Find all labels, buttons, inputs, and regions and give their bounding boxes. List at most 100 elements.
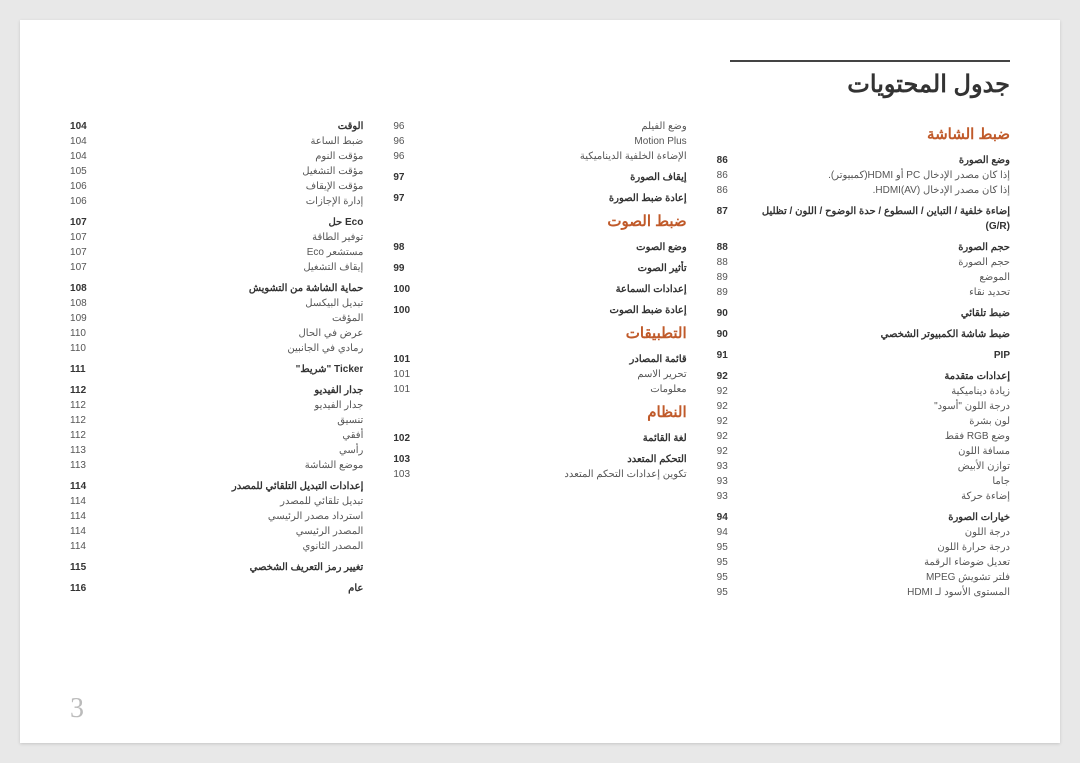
toc-label: الوقت [104, 119, 363, 134]
toc-label: إعدادات التبديل التلقائي للمصدر [104, 479, 363, 494]
toc-row: لون بشرة92 [717, 414, 1010, 429]
toc-label: توازن الأبيض [751, 459, 1010, 474]
toc-row: فلتر تشويش MPEG95 [717, 570, 1010, 585]
toc-page-number: 93 [717, 459, 751, 474]
toc-page-number: 94 [717, 525, 751, 540]
toc-page-number: 108 [70, 296, 104, 311]
toc-row: جاما93 [717, 474, 1010, 489]
toc-label: المستوى الأسود لـ HDMI [751, 585, 1010, 600]
toc-row: وضع الصوت98 [393, 240, 686, 255]
toc-row: وضع الفيلم96 [393, 119, 686, 134]
toc-group: إعدادات التبديل التلقائي للمصدر 114 تبديل … [70, 479, 363, 554]
toc-page-number: 101 [393, 367, 427, 382]
toc-label: توفير الطاقة [104, 230, 363, 245]
toc-label: وضع RGB فقط [751, 429, 1010, 444]
toc-row: PIP91 [717, 348, 1010, 363]
toc-label: لغة القائمة [427, 431, 686, 446]
toc-page-number: 92 [717, 429, 751, 444]
toc-row: ضبط شاشة الكمبيوتر الشخصي90 [717, 327, 1010, 342]
toc-row: إيقاف التشغيل107 [70, 260, 363, 275]
toc-row: إدارة الإجازات106 [70, 194, 363, 209]
toc-label: إعادة ضبط الصورة [427, 191, 686, 206]
toc-group: جدار الفيديو112جدار الفيديو112تنسيق112أف… [70, 383, 363, 473]
toc-page-number: 113 [70, 458, 104, 473]
section-heading: ضبط الشاشة [717, 125, 1010, 143]
toc-group: وضع الصوت98 [393, 240, 686, 255]
toc-page-number: 86 [717, 183, 751, 198]
toc-page-number: 99 [393, 261, 427, 276]
toc-group: ضبط تلقائي90 [717, 306, 1010, 321]
toc-page-number: 89 [717, 285, 751, 300]
toc-page-number: 102 [393, 431, 427, 446]
toc-row: إيقاف الصورة97 [393, 170, 686, 185]
toc-row: أفقي112 [70, 428, 363, 443]
toc-label: درجة اللون [751, 525, 1010, 540]
toc-label: تغيير رمز التعريف الشخصي [104, 560, 363, 575]
toc-page-number: 98 [393, 240, 427, 255]
toc-page-number: 95 [717, 570, 751, 585]
section-heading: التطبيقات [393, 324, 686, 342]
toc-group: الوقت104ضبط الساعة104مؤقت النوم104مؤقت ا… [70, 119, 363, 209]
toc-label: حجم الصورة [751, 255, 1010, 270]
toc-row: توازن الأبيض93 [717, 459, 1010, 474]
toc-page-number: 97 [393, 191, 427, 206]
toc-label: وضع الفيلم [427, 119, 686, 134]
toc-group: التحكم المتعدد103تكوين إعدادات التحكم ال… [393, 452, 686, 482]
toc-row: المستوى الأسود لـ HDMI95 [717, 585, 1010, 600]
toc-column: ضبط الشاشةوضع الصورة86إذا كان مصدر الإدخ… [717, 119, 1010, 606]
toc-label: مستشعر Eco [104, 245, 363, 260]
toc-page-number: 91 [717, 348, 751, 363]
toc-row: جدار الفيديو112 [70, 383, 363, 398]
toc-page-number: 114 [70, 539, 104, 554]
toc-label: إذا كان مصدر الإدخال PC أو HDMI(كمبيوتر)… [751, 168, 1010, 183]
toc-row: تعديل ضوضاء الرقمة95 [717, 555, 1010, 570]
toc-page-number: 112 [70, 428, 104, 443]
toc-page-number: 88 [717, 255, 751, 270]
toc-row: تحرير الاسم101 [393, 367, 686, 382]
toc-label: تبديل تلقائي للمصدر [104, 494, 363, 509]
toc-page-number: 107 [70, 215, 104, 230]
toc-label: وضع الصورة [751, 153, 1010, 168]
toc-page-number: 92 [717, 399, 751, 414]
toc-page-number: 90 [717, 306, 751, 321]
toc-page-number: 100 [393, 303, 427, 318]
toc-page-number: 92 [717, 444, 751, 459]
toc-row: إذا كان مصدر الإدخال PC أو HDMI(كمبيوتر)… [717, 168, 1010, 183]
toc-page-number: 103 [393, 452, 427, 467]
toc-label: المصدر الرئيسي [104, 524, 363, 539]
toc-label: حجم الصورة [751, 240, 1010, 255]
toc-page-number: 95 [717, 585, 751, 600]
toc-row: جدار الفيديو112 [70, 398, 363, 413]
title-rule [730, 60, 1010, 62]
toc-page-number: 92 [717, 414, 751, 429]
toc-label: جدار الفيديو [104, 398, 363, 413]
toc-row: الوقت104 [70, 119, 363, 134]
toc-group: تغيير رمز التعريف الشخصي115 [70, 560, 363, 575]
toc-row: زيادة ديناميكية92 [717, 384, 1010, 399]
toc-label: عام [104, 581, 363, 596]
toc-label: تأثير الصوت [427, 261, 686, 276]
toc-row: مستشعر Eco107 [70, 245, 363, 260]
toc-label: PIP [751, 348, 1010, 363]
toc-row: وضع الصورة86 [717, 153, 1010, 168]
section-heading: ضبط الصوت [393, 212, 686, 230]
toc-label: إيقاف التشغيل [104, 260, 363, 275]
toc-page-number: 115 [70, 560, 104, 575]
toc-row: تحديد نقاء89 [717, 285, 1010, 300]
toc-group: حماية الشاشة من التشويش108تبديل البيكسل1… [70, 281, 363, 356]
toc-row: وضع RGB فقط92 [717, 429, 1010, 444]
toc-page-number: 106 [70, 194, 104, 209]
toc-group: PIP91 [717, 348, 1010, 363]
toc-page-number: 96 [393, 134, 427, 149]
toc-page-number: 105 [70, 164, 104, 179]
toc-row: تبديل البيكسل108 [70, 296, 363, 311]
toc-row: معلومات101 [393, 382, 686, 397]
toc-page-number: 107 [70, 260, 104, 275]
toc-label: تحرير الاسم [427, 367, 686, 382]
toc-column: وضع الفيلم96Motion Plus96الإضاءة الخلفية… [393, 119, 686, 606]
toc-label: إعدادات متقدمة [751, 369, 1010, 384]
toc-row: إذا كان مصدر الإدخال HDMI(AV).86 [717, 183, 1010, 198]
toc-group: إعدادات متقدمة92زيادة ديناميكية92درجة ال… [717, 369, 1010, 504]
toc-page-number: 116 [70, 581, 104, 596]
toc-page-number: 109 [70, 311, 104, 326]
